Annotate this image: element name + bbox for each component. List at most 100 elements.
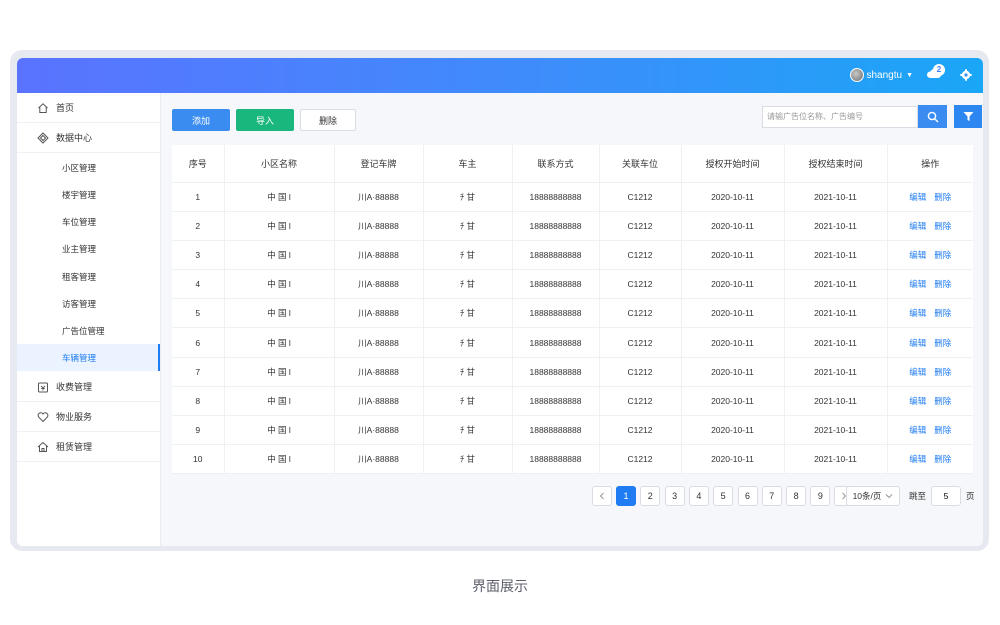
table-row: 1中 国 l 川A·88888 ﾁ 甘 18888888888 C1212 2020-10… (172, 182, 973, 212)
edit-link[interactable]: 编辑 (909, 396, 926, 406)
delete-link[interactable]: 删除 (934, 396, 951, 406)
sidebar-item-label: 数据中心 (56, 133, 93, 143)
table-header-row: 序号 小区名称 登记车牌 车主 联系方式 关联车位 授权开始时间 授权结束时间 … (172, 145, 973, 183)
sidebar-subitem-building[interactable]: 楼宇管理 (17, 181, 160, 208)
edit-link[interactable]: 编辑 (909, 367, 926, 377)
filter-button[interactable] (954, 105, 982, 128)
page-button-7[interactable]: 7 (761, 486, 782, 506)
edit-link[interactable]: 编辑 (909, 308, 926, 318)
edit-link[interactable]: 编辑 (909, 221, 926, 231)
cell-community: 中 国 l (224, 298, 335, 329)
sidebar-subitem-ad-space[interactable]: 广告位管理 (17, 317, 160, 344)
sidebar-item-home[interactable]: 首页 (17, 93, 160, 123)
cell-space: C1212 (599, 386, 682, 417)
delete-link[interactable]: 删除 (934, 221, 951, 231)
column-header: 关联车位 (599, 145, 682, 183)
column-header: 小区名称 (224, 145, 335, 183)
delete-link[interactable]: 删除 (934, 192, 951, 202)
page-button-4[interactable]: 4 (688, 486, 709, 506)
cell-phone: 18888888888 (512, 327, 600, 358)
page-button-2[interactable]: 2 (640, 486, 661, 506)
edit-link[interactable]: 编辑 (909, 279, 926, 289)
cell-space: C1212 (599, 327, 682, 358)
page-button-3[interactable]: 3 (664, 486, 685, 506)
column-header: 序号 (172, 145, 225, 183)
cell-no: 2 (172, 211, 225, 241)
page-button-5[interactable]: 5 (713, 486, 734, 506)
sidebar-subitem-parking[interactable]: 车位管理 (17, 208, 160, 235)
user-menu[interactable]: shangtu ▼ (850, 68, 913, 82)
main-content: 添加 导入 删除 请输广告位名称、广告编号 序号 小区名称 登记车牌 车主 联系… (161, 93, 983, 546)
notification-badge: 2 (933, 64, 945, 76)
delete-link[interactable]: 删除 (934, 250, 951, 260)
sidebar-item-property-service[interactable]: 物业服务 (17, 402, 160, 432)
edit-link[interactable]: 编辑 (909, 250, 926, 260)
search-button[interactable] (918, 105, 947, 128)
sidebar-item-label: 收费管理 (56, 382, 93, 392)
username: shangtu (866, 69, 903, 81)
page-button-9[interactable]: 9 (810, 486, 831, 506)
import-button[interactable]: 导入 (236, 109, 294, 131)
vehicle-table: 序号 小区名称 登记车牌 车主 联系方式 关联车位 授权开始时间 授权结束时间 … (172, 145, 973, 475)
sidebar-subitem-owner[interactable]: 业主管理 (17, 235, 160, 262)
page-button-1[interactable]: 1 (616, 486, 636, 506)
sidebar-subitem-tenant[interactable]: 租客管理 (17, 263, 160, 290)
delete-link[interactable]: 删除 (934, 308, 951, 318)
cell-space: C1212 (599, 240, 682, 271)
cell-actions: 编辑 删除 (887, 357, 973, 387)
page-size-select[interactable]: 10条/页 (846, 486, 900, 506)
gear-icon[interactable] (960, 69, 972, 81)
jump-page-input[interactable]: 5 (931, 486, 961, 506)
sidebar-item-fees[interactable]: 收费管理 (17, 372, 160, 402)
jump-label: 跳至 (909, 491, 927, 501)
sidebar-subitem-visitor[interactable]: 访客管理 (17, 290, 160, 317)
cell-owner: ﾁ 甘 (423, 298, 513, 329)
page-button-8[interactable]: 8 (786, 486, 807, 506)
delete-link[interactable]: 删除 (934, 425, 951, 435)
cell-owner: ﾁ 甘 (423, 444, 513, 475)
delete-button[interactable]: 删除 (300, 109, 356, 131)
cell-phone: 18888888888 (512, 444, 600, 475)
delete-link[interactable]: 删除 (934, 279, 951, 289)
cell-community: 中 国 l (224, 269, 335, 300)
pagination: 123456789 10条/页 跳至 5 页 (161, 486, 983, 506)
delete-link[interactable]: 删除 (934, 454, 951, 464)
edit-link[interactable]: 编辑 (909, 338, 926, 348)
edit-link[interactable]: 编辑 (909, 454, 926, 464)
cell-no: 7 (172, 357, 225, 387)
sidebar-subitem-vehicle[interactable]: 车辆管理 (17, 344, 160, 371)
house-icon (37, 441, 49, 452)
edit-link[interactable]: 编辑 (909, 192, 926, 202)
sidebar-item-rental[interactable]: 租赁管理 (17, 432, 160, 462)
cell-no: 10 (172, 444, 225, 475)
page-button-6[interactable]: 6 (737, 486, 758, 506)
cell-community: 中 国 l (224, 182, 335, 212)
edit-link[interactable]: 编辑 (909, 425, 926, 435)
cell-community: 中 国 l (224, 327, 335, 358)
search-input[interactable]: 请输广告位名称、广告编号 (762, 106, 918, 128)
cell-space: C1212 (599, 211, 682, 241)
cell-end: 2021-10-11 (784, 357, 888, 387)
cell-phone: 18888888888 (512, 240, 600, 271)
cell-start: 2020-10-11 (681, 298, 785, 329)
table-row: 3中 国 l 川A·88888 ﾁ 甘 18888888888 C1212 2020-10… (172, 240, 973, 271)
delete-link[interactable]: 删除 (934, 338, 951, 348)
cell-start: 2020-10-11 (681, 415, 785, 446)
table-row: 10 中 国 l 川A·88888 ﾁ 甘 18888888888 C1212 2020-1… (172, 444, 973, 475)
prev-page-button[interactable] (592, 486, 612, 506)
sidebar-item-data-center[interactable]: 数据中心 (17, 123, 160, 153)
cell-phone: 18888888888 (512, 357, 600, 387)
fee-icon (38, 382, 48, 392)
sidebar-item-label: 租赁管理 (56, 442, 93, 452)
cell-plate: 川A·88888 (334, 182, 424, 212)
add-button[interactable]: 添加 (172, 109, 230, 131)
cell-plate: 川A·88888 (334, 211, 424, 241)
top-header: shangtu ▼ 2 (17, 58, 983, 93)
cell-end: 2021-10-11 (784, 211, 888, 241)
cell-end: 2021-10-11 (784, 386, 888, 417)
delete-link[interactable]: 删除 (934, 367, 951, 377)
chevron-left-icon (599, 492, 604, 500)
cell-end: 2021-10-11 (784, 327, 888, 358)
column-header: 联系方式 (512, 145, 600, 183)
sidebar-subitem-community[interactable]: 小区管理 (17, 154, 160, 181)
